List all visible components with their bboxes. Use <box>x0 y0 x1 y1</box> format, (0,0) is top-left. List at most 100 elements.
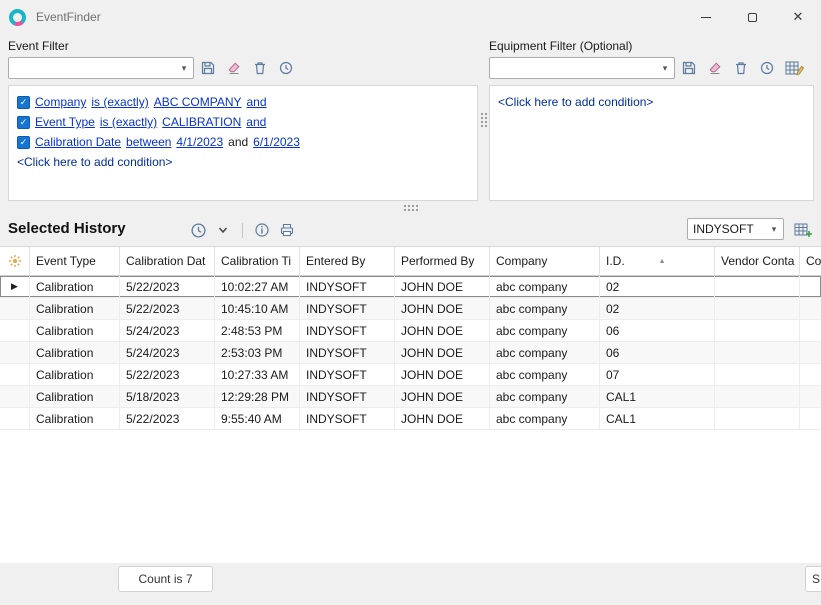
condition-group-link[interactable]: and <box>246 115 266 129</box>
column-header-calibration-dat[interactable]: Calibration Dat <box>120 247 215 275</box>
grid-cell[interactable]: INDYSOFT <box>300 298 395 319</box>
grid-cell[interactable]: Calibration <box>30 298 120 319</box>
column-header-entered-by[interactable]: Entered By <box>300 247 395 275</box>
grid-cell[interactable] <box>715 276 800 297</box>
grid-row[interactable]: Calibration5/22/20239:55:40 AMINDYSOFTJO… <box>0 408 821 430</box>
horizontal-splitter-handle[interactable] <box>403 204 420 211</box>
condition-checkbox[interactable]: ✓ <box>17 96 30 109</box>
equipment-filter-combobox[interactable]: ▾ <box>489 57 675 79</box>
condition-checkbox[interactable]: ✓ <box>17 136 30 149</box>
grid-cell[interactable]: JOHN DOE <box>395 386 490 407</box>
grid-cell[interactable] <box>715 364 800 385</box>
save-filter-button[interactable] <box>199 59 217 77</box>
grid-cell[interactable] <box>715 298 800 319</box>
grid-cell[interactable]: 5/22/2023 <box>120 408 215 429</box>
grid-cell[interactable]: abc company <box>490 298 600 319</box>
column-chooser-button[interactable] <box>792 221 814 239</box>
grid-cell[interactable]: 10:45:10 AM <box>215 298 300 319</box>
grid-cell[interactable]: 06 <box>600 320 715 341</box>
grid-cell[interactable] <box>800 298 821 319</box>
grid-cell[interactable] <box>715 320 800 341</box>
grid-cell[interactable]: JOHN DOE <box>395 298 490 319</box>
grid-cell[interactable] <box>715 342 800 363</box>
grid-cell[interactable]: INDYSOFT <box>300 320 395 341</box>
grid-cell[interactable]: INDYSOFT <box>300 364 395 385</box>
condition-operator-link[interactable]: between <box>126 135 171 149</box>
grid-cell[interactable]: INDYSOFT <box>300 386 395 407</box>
grid-cell[interactable]: Calibration <box>30 320 120 341</box>
filter-history-button[interactable] <box>277 59 295 77</box>
grid-row[interactable]: ▶Calibration5/22/202310:02:27 AMINDYSOFT… <box>0 276 821 298</box>
grid-corner-button[interactable] <box>0 247 30 275</box>
grid-cell[interactable]: 5/22/2023 <box>120 364 215 385</box>
close-button[interactable]: ✕ <box>775 0 821 34</box>
grid-cell[interactable]: CAL1 <box>600 408 715 429</box>
history-clock-button[interactable] <box>189 221 207 239</box>
grid-cell[interactable]: Calibration <box>30 342 120 363</box>
grid-cell[interactable]: Calibration <box>30 276 120 297</box>
grid-row[interactable]: Calibration5/22/202310:27:33 AMINDYSOFTJ… <box>0 364 821 386</box>
condition-group-link[interactable]: and <box>247 95 267 109</box>
grid-cell[interactable]: INDYSOFT <box>300 408 395 429</box>
column-header-i-d[interactable]: I.D.▲ <box>600 247 715 275</box>
condition-value-link[interactable]: 6/1/2023 <box>253 135 300 149</box>
grid-cell[interactable]: 02 <box>600 298 715 319</box>
grid-cell[interactable] <box>800 386 821 407</box>
grid-cell[interactable]: 10:02:27 AM <box>215 276 300 297</box>
grid-cell[interactable]: 5/18/2023 <box>120 386 215 407</box>
grid-row[interactable]: Calibration5/18/202312:29:28 PMINDYSOFTJ… <box>0 386 821 408</box>
grid-cell[interactable]: 5/24/2023 <box>120 320 215 341</box>
grid-cell[interactable]: Calibration <box>30 386 120 407</box>
grid-row[interactable]: Calibration5/22/202310:45:10 AMINDYSOFTJ… <box>0 298 821 320</box>
clear-filter-button[interactable] <box>225 59 243 77</box>
grid-cell[interactable]: 9:55:40 AM <box>215 408 300 429</box>
column-header-performed-by[interactable]: Performed By <box>395 247 490 275</box>
grid-cell[interactable] <box>800 320 821 341</box>
column-header-company[interactable]: Company <box>490 247 600 275</box>
condition-field-link[interactable]: Calibration Date <box>35 135 121 149</box>
grid-cell[interactable]: abc company <box>490 364 600 385</box>
grid-cell[interactable]: 5/24/2023 <box>120 342 215 363</box>
grid-cell[interactable] <box>715 386 800 407</box>
grid-cell[interactable]: 5/22/2023 <box>120 276 215 297</box>
info-button[interactable] <box>253 221 271 239</box>
grid-cell[interactable]: JOHN DOE <box>395 276 490 297</box>
grid-cell[interactable]: INDYSOFT <box>300 342 395 363</box>
grid-cell[interactable] <box>800 276 821 297</box>
grid-cell[interactable]: abc company <box>490 320 600 341</box>
filter-editor-button[interactable] <box>784 59 806 77</box>
grid-cell[interactable]: Calibration <box>30 408 120 429</box>
column-header-event-type[interactable]: Event Type <box>30 247 120 275</box>
column-header-calibration-ti[interactable]: Calibration Ti <box>215 247 300 275</box>
add-condition-link[interactable]: <Click here to add condition> <box>17 152 469 172</box>
condition-operator-link[interactable]: is (exactly) <box>100 115 157 129</box>
grid-cell[interactable]: 06 <box>600 342 715 363</box>
add-condition-link[interactable]: <Click here to add condition> <box>498 92 805 112</box>
condition-operator-link[interactable]: is (exactly) <box>91 95 148 109</box>
column-header-co[interactable]: Co <box>800 247 821 275</box>
grid-cell[interactable]: Calibration <box>30 364 120 385</box>
filter-history-button[interactable] <box>758 59 776 77</box>
grid-cell[interactable]: JOHN DOE <box>395 342 490 363</box>
grid-cell[interactable]: 5/22/2023 <box>120 298 215 319</box>
clear-filter-button[interactable] <box>706 59 724 77</box>
history-dropdown-button[interactable] <box>214 221 232 239</box>
grid-cell[interactable]: 07 <box>600 364 715 385</box>
grid-cell[interactable]: 2:53:03 PM <box>215 342 300 363</box>
print-button[interactable] <box>278 221 296 239</box>
delete-filter-button[interactable] <box>732 59 750 77</box>
grid-cell[interactable] <box>715 408 800 429</box>
maximize-button[interactable] <box>729 0 775 34</box>
condition-field-link[interactable]: Company <box>35 95 86 109</box>
grid-cell[interactable]: INDYSOFT <box>300 276 395 297</box>
search-button-partial[interactable]: S <box>805 566 821 592</box>
grid-cell[interactable] <box>800 408 821 429</box>
column-header-vendor-conta[interactable]: Vendor Conta <box>715 247 800 275</box>
grid-cell[interactable]: 10:27:33 AM <box>215 364 300 385</box>
grid-cell[interactable]: JOHN DOE <box>395 408 490 429</box>
minimize-button[interactable] <box>683 0 729 34</box>
condition-value-link[interactable]: CALIBRATION <box>162 115 241 129</box>
grid-cell[interactable]: 02 <box>600 276 715 297</box>
grid-cell[interactable]: abc company <box>490 276 600 297</box>
grid-cell[interactable]: abc company <box>490 408 600 429</box>
